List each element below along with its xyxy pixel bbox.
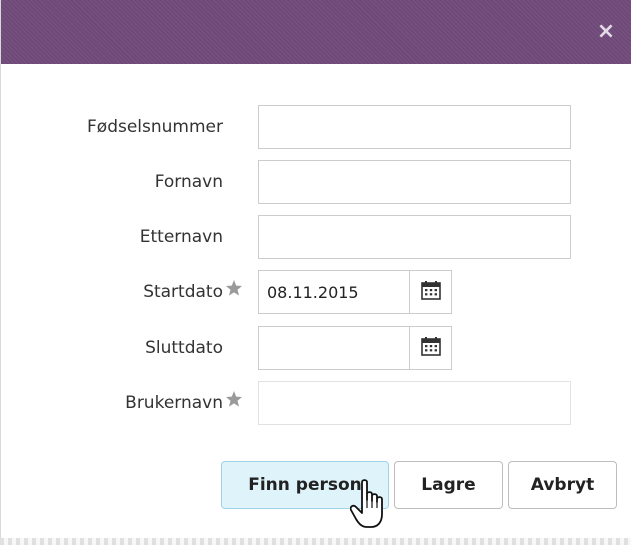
hand-pointer-icon (349, 478, 390, 532)
form-row-fodselsnummer: Fødselsnummer (1, 105, 631, 149)
fornavn-input[interactable] (258, 160, 571, 204)
close-button[interactable]: × (594, 18, 618, 46)
sluttdato-input[interactable] (258, 326, 409, 370)
star-icon (225, 279, 243, 297)
startdato-input[interactable] (258, 270, 409, 314)
fodselsnummer-input[interactable] (258, 105, 571, 149)
form-row-brukernavn: Brukernavn (1, 381, 631, 425)
find-person-dialog: × Fødselsnummer Fornavn Etternavn Startd… (0, 0, 631, 538)
sluttdato-calendar-button[interactable] (409, 326, 452, 370)
dialog-titlebar: × (1, 0, 631, 64)
form-row-sluttdato: Sluttdato (1, 326, 631, 370)
label-etternavn: Etternavn (139, 227, 223, 247)
sluttdato-datepicker (258, 326, 452, 370)
startdato-datepicker (258, 270, 452, 314)
dialog-bottom-divider (0, 538, 631, 545)
star-icon (225, 390, 243, 408)
label-brukernavn: Brukernavn (125, 393, 223, 413)
label-startdato: Startdato (143, 282, 223, 302)
label-fornavn: Fornavn (154, 172, 223, 192)
calendar-icon (420, 336, 441, 360)
label-fodselsnummer: Fødselsnummer (87, 117, 223, 137)
form-row-fornavn: Fornavn (1, 160, 631, 204)
brukernavn-input[interactable] (258, 381, 571, 425)
label-sluttdato: Sluttdato (145, 338, 223, 358)
form-row-startdato: Startdato (1, 270, 631, 314)
save-button[interactable]: Lagre (394, 461, 503, 509)
calendar-icon (420, 280, 441, 304)
etternavn-input[interactable] (258, 215, 571, 259)
form-row-etternavn: Etternavn (1, 215, 631, 259)
cancel-button[interactable]: Avbryt (508, 461, 617, 509)
startdato-calendar-button[interactable] (409, 270, 452, 314)
